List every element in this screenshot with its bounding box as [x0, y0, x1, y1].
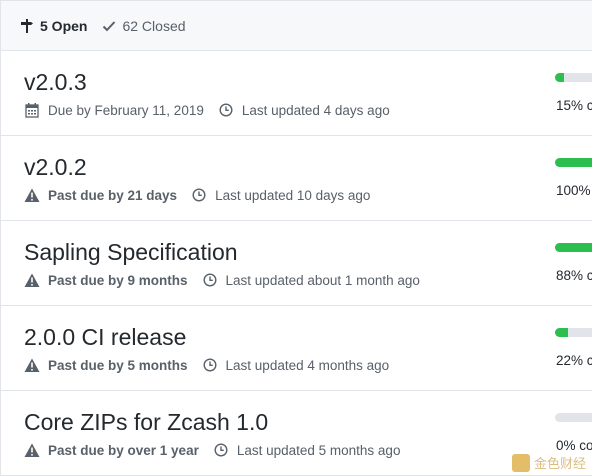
updated-text: Last updated 5 months ago: [236, 442, 401, 458]
updated-text: Last updated about 1 month ago: [225, 272, 420, 288]
percent-complete: 15% co: [556, 98, 592, 113]
milestones-panel: 5 Open 62 Closed v2.0.3 Due by February …: [0, 0, 592, 476]
milestone-icon: [19, 18, 35, 34]
watermark-text: 金色财经: [533, 456, 586, 471]
clock-icon: [191, 187, 207, 203]
milestone-meta: Past due by over 1 year Last updated 5 m…: [24, 442, 414, 458]
tab-closed-label: 62 Closed: [122, 17, 186, 34]
milestone-row: v2.0.2 Past due by 21 days Last updated …: [1, 136, 592, 221]
progress-bar: [555, 243, 592, 252]
clock-icon: [202, 357, 218, 373]
milestone-title[interactable]: v2.0.2: [24, 154, 87, 181]
due-text: Past due by 21 days: [48, 187, 178, 203]
percent-complete: 0% co: [556, 438, 592, 453]
milestone-row: 2.0.0 CI release Past due by 5 months La…: [1, 306, 592, 391]
due-text: Past due by over 1 year: [48, 442, 199, 458]
clock-icon: [202, 272, 218, 288]
milestone-meta: Past due by 21 days Last updated 10 days…: [24, 187, 384, 203]
progress-bar: [555, 158, 592, 167]
check-icon: [101, 18, 117, 34]
percent-complete: 100%: [556, 183, 591, 198]
updated-text: Last updated 4 days ago: [241, 102, 390, 118]
due-text: Due by February 11, 2019: [48, 102, 204, 118]
alert-icon: [24, 272, 40, 288]
milestone-meta: Past due by 9 months Last updated about …: [24, 272, 434, 288]
milestone-row: Core ZIPs for Zcash 1.0 Past due by over…: [1, 391, 592, 476]
milestone-title[interactable]: Sapling Specification: [24, 239, 238, 266]
last-updated: Last updated 5 months ago: [213, 442, 401, 458]
alert-icon: [24, 187, 40, 203]
milestone-title[interactable]: v2.0.3: [24, 69, 87, 96]
progress-fill: [555, 243, 592, 252]
milestone-title[interactable]: 2.0.0 CI release: [24, 324, 186, 351]
progress-bar: [555, 73, 592, 82]
past-due: Past due by 9 months: [24, 272, 188, 288]
tab-closed-milestones[interactable]: 62 Closed: [101, 17, 186, 34]
due-text: Past due by 5 months: [48, 357, 188, 373]
tab-open-label: 5 Open: [40, 17, 88, 34]
clock-icon: [213, 442, 229, 458]
alert-icon: [24, 442, 40, 458]
progress-bar: [555, 413, 592, 422]
watermark: 金色财经: [511, 453, 586, 472]
due-text: Past due by 9 months: [48, 272, 188, 288]
progress-fill: [555, 158, 592, 167]
tab-open-milestones[interactable]: 5 Open: [19, 18, 87, 34]
watermark-logo-icon: [511, 453, 530, 472]
clock-icon: [218, 102, 234, 118]
milestone-meta: Past due by 5 months Last updated 4 mont…: [24, 357, 403, 373]
percent-complete: 88% c: [556, 268, 592, 283]
milestone-row: v2.0.3 Due by February 11, 2019 Last upd…: [1, 51, 592, 136]
last-updated: Last updated 4 days ago: [218, 102, 390, 118]
progress-fill: [555, 328, 569, 337]
milestone-row: Sapling Specification Past due by 9 mont…: [1, 221, 592, 306]
due-date: Due by February 11, 2019: [24, 102, 204, 118]
milestone-meta: Due by February 11, 2019 Last updated 4 …: [24, 102, 404, 118]
updated-text: Last updated 10 days ago: [215, 187, 371, 203]
milestone-title[interactable]: Core ZIPs for Zcash 1.0: [24, 409, 268, 436]
milestones-header: 5 Open 62 Closed: [1, 0, 592, 51]
percent-complete: 22% c: [556, 353, 592, 368]
past-due: Past due by 21 days: [24, 187, 177, 203]
last-updated: Last updated 4 months ago: [202, 357, 390, 373]
alert-icon: [24, 357, 40, 373]
calendar-icon: [24, 102, 40, 118]
past-due: Past due by over 1 year: [24, 442, 199, 458]
progress-bar: [555, 328, 592, 337]
past-due: Past due by 5 months: [24, 357, 188, 373]
last-updated: Last updated 10 days ago: [191, 187, 370, 203]
last-updated: Last updated about 1 month ago: [202, 272, 420, 288]
progress-fill: [555, 73, 564, 82]
updated-text: Last updated 4 months ago: [225, 357, 390, 373]
